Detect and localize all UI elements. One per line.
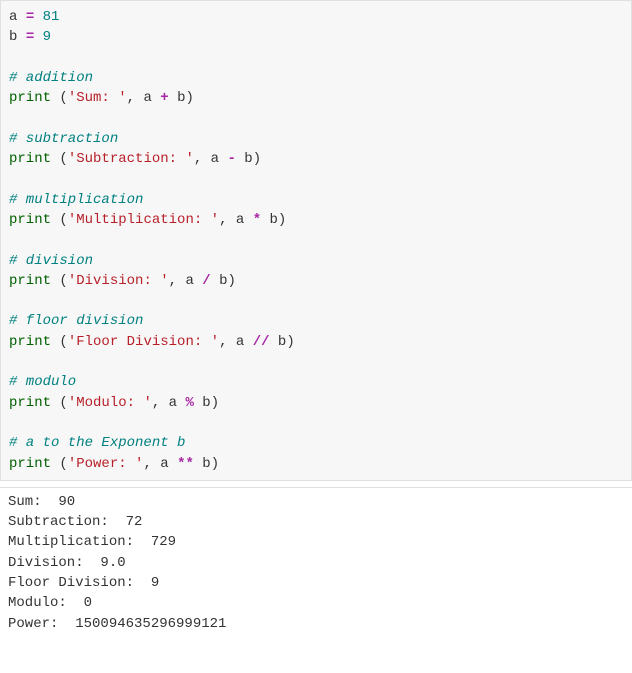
comment-division: # division — [9, 253, 93, 269]
assign-op: = — [26, 29, 34, 45]
var-a: a — [9, 9, 17, 25]
var-b: b — [270, 212, 278, 228]
comma: , — [143, 456, 151, 472]
literal-81: 81 — [43, 9, 60, 25]
comma: , — [152, 395, 160, 411]
print-call: print — [9, 334, 51, 350]
var-b: b — [219, 273, 227, 289]
print-call: print — [9, 90, 51, 106]
output-line-pow: Power: 150094635296999121 — [8, 616, 226, 632]
comment-multiplication: # multiplication — [9, 192, 143, 208]
string-mod: 'Modulo: ' — [68, 395, 152, 411]
paren-close: ) — [211, 395, 219, 411]
print-call: print — [9, 273, 51, 289]
comma: , — [169, 273, 177, 289]
var-b: b — [9, 29, 17, 45]
paren-open: ( — [59, 90, 67, 106]
paren-open: ( — [59, 273, 67, 289]
output-line-fdiv: Floor Division: 9 — [8, 575, 159, 591]
var-a: a — [160, 456, 168, 472]
var-a: a — [236, 212, 244, 228]
comma: , — [194, 151, 202, 167]
output-line-div: Division: 9.0 — [8, 555, 126, 571]
percent-op: % — [185, 395, 193, 411]
code-block: a = 81 b = 9 # addition print ('Sum: ', … — [0, 0, 632, 481]
var-a: a — [169, 395, 177, 411]
print-call: print — [9, 395, 51, 411]
comma: , — [127, 90, 135, 106]
print-call: print — [9, 212, 51, 228]
plus-op: + — [160, 90, 168, 106]
paren-open: ( — [59, 151, 67, 167]
comment-subtraction: # subtraction — [9, 131, 118, 147]
string-fdiv: 'Floor Division: ' — [68, 334, 219, 350]
print-call: print — [9, 456, 51, 472]
paren-close: ) — [253, 151, 261, 167]
paren-close: ) — [278, 212, 286, 228]
output-line-sum: Sum: 90 — [8, 494, 75, 510]
comment-addition: # addition — [9, 70, 93, 86]
var-a: a — [185, 273, 193, 289]
string-div: 'Division: ' — [68, 273, 169, 289]
var-a: a — [143, 90, 151, 106]
string-pow: 'Power: ' — [68, 456, 144, 472]
paren-open: ( — [59, 212, 67, 228]
literal-9: 9 — [43, 29, 51, 45]
string-mul: 'Multiplication: ' — [68, 212, 219, 228]
paren-open: ( — [59, 334, 67, 350]
floordiv-op: // — [253, 334, 270, 350]
var-a: a — [236, 334, 244, 350]
power-op: ** — [177, 456, 194, 472]
comma: , — [219, 334, 227, 350]
paren-close: ) — [211, 456, 219, 472]
var-b: b — [202, 456, 210, 472]
paren-open: ( — [59, 395, 67, 411]
var-a: a — [211, 151, 219, 167]
string-sum: 'Sum: ' — [68, 90, 127, 106]
output-line-sub: Subtraction: 72 — [8, 514, 142, 530]
output-block: Sum: 90 Subtraction: 72 Multiplication: … — [0, 487, 632, 638]
comment-power: # a to the Exponent b — [9, 435, 185, 451]
comment-floor-division: # floor division — [9, 313, 143, 329]
assign-op: = — [26, 9, 34, 25]
minus-op: - — [227, 151, 235, 167]
comma: , — [219, 212, 227, 228]
string-sub: 'Subtraction: ' — [68, 151, 194, 167]
paren-open: ( — [59, 456, 67, 472]
paren-close: ) — [228, 273, 236, 289]
var-b: b — [244, 151, 252, 167]
star-op: * — [253, 212, 261, 228]
var-b: b — [202, 395, 210, 411]
comment-modulo: # modulo — [9, 374, 76, 390]
output-line-mod: Modulo: 0 — [8, 595, 92, 611]
paren-close: ) — [185, 90, 193, 106]
output-line-mul: Multiplication: 729 — [8, 534, 176, 550]
paren-close: ) — [286, 334, 294, 350]
slash-op: / — [202, 273, 210, 289]
print-call: print — [9, 151, 51, 167]
